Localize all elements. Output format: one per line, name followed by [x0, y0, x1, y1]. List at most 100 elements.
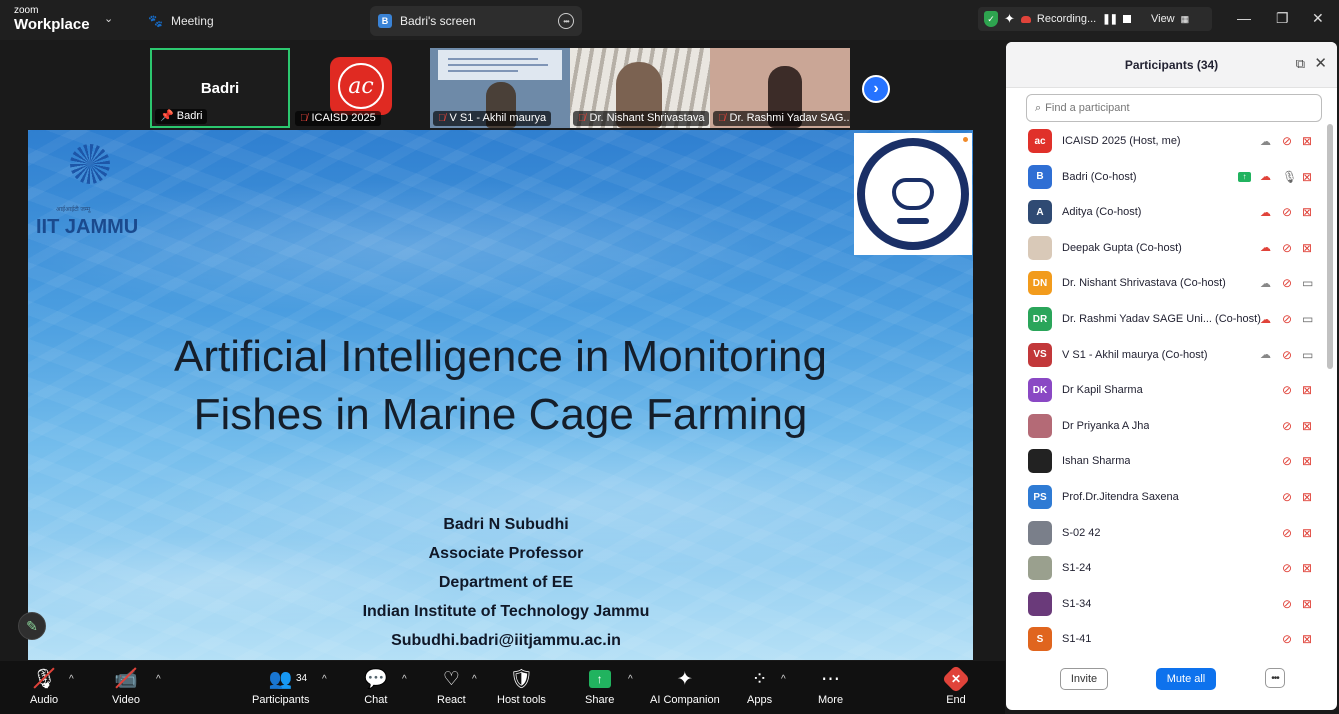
video-tile-vs1[interactable]: 🎙̸ V S1 - Akhil maurya — [430, 48, 570, 128]
view-button[interactable]: View — [1151, 13, 1175, 25]
close-panel-icon[interactable]: ✕ — [1314, 54, 1327, 72]
participant-row[interactable]: S1-24 ⊘ ⊠ — [1006, 551, 1324, 585]
participant-row[interactable]: DN Dr. Nishant Shrivastava (Co-host) ☁ ⊘ ▭ — [1006, 266, 1324, 300]
microphone-muted-icon[interactable]: ⊘ — [1282, 276, 1292, 290]
invite-button[interactable]: Invite — [1060, 668, 1108, 690]
annotate-pencil-icon[interactable]: ✎ — [18, 612, 46, 640]
react-button[interactable]: ♡ React — [437, 666, 466, 707]
next-page-icon[interactable]: › — [862, 75, 890, 103]
grid-view-icon: ▦ — [1180, 13, 1190, 24]
camera-off-icon[interactable]: ⊠ — [1302, 561, 1312, 575]
participants-button[interactable]: 👥 Participants — [252, 666, 309, 706]
camera-icon[interactable]: ▭ — [1302, 276, 1313, 290]
panel-more-button[interactable]: ••• — [1265, 668, 1285, 688]
share-options-caret[interactable]: ^ — [628, 674, 633, 685]
camera-icon[interactable]: ▭ — [1302, 348, 1313, 362]
apps-button[interactable]: ⁘ Apps — [747, 666, 772, 707]
camera-off-icon[interactable]: ⊠ — [1302, 170, 1312, 184]
participant-row[interactable]: A Aditya (Co-host) ☁ ⊘ ⊠ — [1006, 195, 1324, 229]
microphone-muted-icon[interactable]: ⊘ — [1282, 454, 1292, 468]
chevron-down-icon[interactable]: ⌄ — [104, 12, 113, 25]
security-shield-icon[interactable]: ✓ — [984, 11, 998, 27]
video-button[interactable]: 📹 Video — [112, 666, 140, 706]
participant-row[interactable]: S1-34 ⊘ ⊠ — [1006, 587, 1324, 621]
chat-button[interactable]: 💬 Chat — [364, 666, 388, 706]
camera-off-icon[interactable]: ⊠ — [1302, 526, 1312, 540]
participant-row[interactable]: DK Dr Kapil Sharma ⊘ ⊠ — [1006, 373, 1324, 407]
chat-options-caret[interactable]: ^ — [402, 674, 407, 685]
ai-companion-button[interactable]: ✦ AI Companion — [650, 666, 720, 707]
cloud-recording-icon — [1020, 15, 1031, 23]
tab-shared-screen[interactable]: B Badri's screen ••• — [370, 6, 582, 36]
participant-row[interactable]: Dr Priyanka A Jha ⊘ ⊠ — [1006, 409, 1324, 443]
video-tile-badri[interactable]: Badri 📌 Badri — [150, 48, 290, 128]
video-tile-rashmi[interactable]: 🎙̸ Dr. Rashmi Yadav SAG... — [710, 48, 850, 128]
participant-list-scrollbar[interactable] — [1327, 124, 1333, 369]
tab-meeting[interactable]: 🐾 Meeting — [148, 10, 214, 32]
participant-row[interactable]: S-02 42 ⊘ ⊠ — [1006, 516, 1324, 550]
microphone-muted-icon[interactable]: ⊘ — [1282, 312, 1292, 326]
video-options-caret[interactable]: ^ — [156, 674, 161, 685]
end-button[interactable]: ✕ End — [941, 664, 971, 706]
microphone-muted-icon[interactable]: ⊘ — [1282, 134, 1292, 148]
more-options-icon[interactable]: ••• — [558, 13, 574, 29]
camera-off-icon[interactable]: ⊠ — [1302, 205, 1312, 219]
participant-row[interactable]: PS Prof.Dr.Jitendra Saxena ⊘ ⊠ — [1006, 480, 1324, 514]
microphone-muted-icon[interactable]: ⊘ — [1282, 632, 1292, 646]
participant-row[interactable]: DR Dr. Rashmi Yadav SAGE Uni... (Co-host)… — [1006, 302, 1324, 336]
camera-off-icon[interactable]: ⊠ — [1302, 419, 1312, 433]
audio-options-caret[interactable]: ^ — [69, 674, 74, 685]
microphone-muted-icon[interactable]: ⊘ — [1282, 526, 1292, 540]
camera-off-icon[interactable]: ⊠ — [1302, 490, 1312, 504]
iit-hindi-text: आईआईटी जम्मू — [56, 207, 91, 213]
camera-off-icon[interactable]: ⊠ — [1302, 597, 1312, 611]
apps-options-caret[interactable]: ^ — [781, 674, 786, 685]
participant-row[interactable]: S S1-41 ⊘ ⊠ — [1006, 622, 1324, 656]
participant-row[interactable]: B Badri (Co-host) ↑ ☁ 🎙 ⊠ — [1006, 160, 1324, 194]
video-tile-nishant[interactable]: 🎙̸ Dr. Nishant Shrivastava — [570, 48, 710, 128]
microphone-muted-icon[interactable]: ⊘ — [1282, 419, 1292, 433]
participant-row[interactable]: ac ICAISD 2025 (Host, me) ☁ ⊘ ⊠ — [1006, 124, 1324, 158]
diving-mask-icon — [892, 178, 934, 210]
microphone-icon[interactable]: 🎙 — [1282, 170, 1297, 184]
react-options-caret[interactable]: ^ — [472, 674, 477, 685]
participant-row[interactable]: Ishan Sharma ⊘ ⊠ — [1006, 444, 1324, 478]
avatar — [1028, 449, 1052, 474]
camera-off-icon[interactable]: ⊠ — [1302, 383, 1312, 397]
restore-icon[interactable]: ❐ — [1276, 10, 1289, 27]
more-button[interactable]: ⋯ More — [818, 666, 843, 707]
host-tools-button[interactable]: 🛡 Host tools — [497, 666, 546, 706]
camera-off-icon[interactable]: ⊠ — [1302, 241, 1312, 255]
microphone-muted-icon[interactable]: ⊘ — [1282, 597, 1292, 611]
search-input[interactable] — [1045, 102, 1296, 114]
microphone-muted-icon[interactable]: ⊘ — [1282, 348, 1292, 362]
pause-recording-icon[interactable]: ❚❚ — [1102, 14, 1118, 25]
title-bar: zoom Workplace ⌄ 🐾 Meeting B Badri's scr… — [0, 0, 1339, 40]
participants-options-caret[interactable]: ^ — [322, 674, 327, 685]
microphone-muted-icon[interactable]: ⊘ — [1282, 561, 1292, 575]
share-button[interactable]: ↑ Share — [585, 666, 614, 706]
microphone-muted-icon[interactable]: ⊘ — [1282, 205, 1292, 219]
camera-off-icon[interactable]: ⊠ — [1302, 134, 1312, 148]
camera-off-icon[interactable]: ⊠ — [1302, 454, 1312, 468]
microphone-muted-icon[interactable]: ⊘ — [1282, 241, 1292, 255]
close-window-icon[interactable]: ✕ — [1312, 10, 1324, 27]
mute-all-button[interactable]: Mute all — [1156, 668, 1216, 690]
participant-name: Deepak Gupta (Co-host) — [1062, 241, 1182, 254]
participant-row[interactable]: VS V S1 - Akhil maurya (Co-host) ☁ ⊘ ▭ — [1006, 338, 1324, 372]
ai-sparkle-icon[interactable]: ✦ — [1004, 11, 1015, 27]
camera-off-icon[interactable]: ⊠ — [1302, 632, 1312, 646]
participant-row[interactable]: Deepak Gupta (Co-host) ☁ ⊘ ⊠ — [1006, 231, 1324, 265]
microphone-muted-icon[interactable]: ⊘ — [1282, 490, 1292, 504]
audio-button[interactable]: 🎙 Audio — [30, 666, 58, 706]
screen-owner-badge: B — [378, 14, 392, 28]
stop-recording-icon[interactable] — [1122, 15, 1131, 23]
pop-out-icon[interactable]: ⧉ — [1296, 56, 1305, 72]
camera-icon[interactable]: ▭ — [1302, 312, 1313, 326]
zoom-workplace-logo[interactable]: zoom Workplace — [14, 6, 90, 33]
video-tile-icaisd[interactable]: ac 🎙̸ ICAISD 2025 — [292, 48, 430, 128]
participant-search[interactable]: ⌕ — [1026, 94, 1322, 122]
minimize-icon[interactable]: — — [1237, 10, 1251, 26]
tile-label: 🎙̸ V S1 - Akhil maurya — [433, 111, 552, 126]
microphone-muted-icon[interactable]: ⊘ — [1282, 383, 1292, 397]
